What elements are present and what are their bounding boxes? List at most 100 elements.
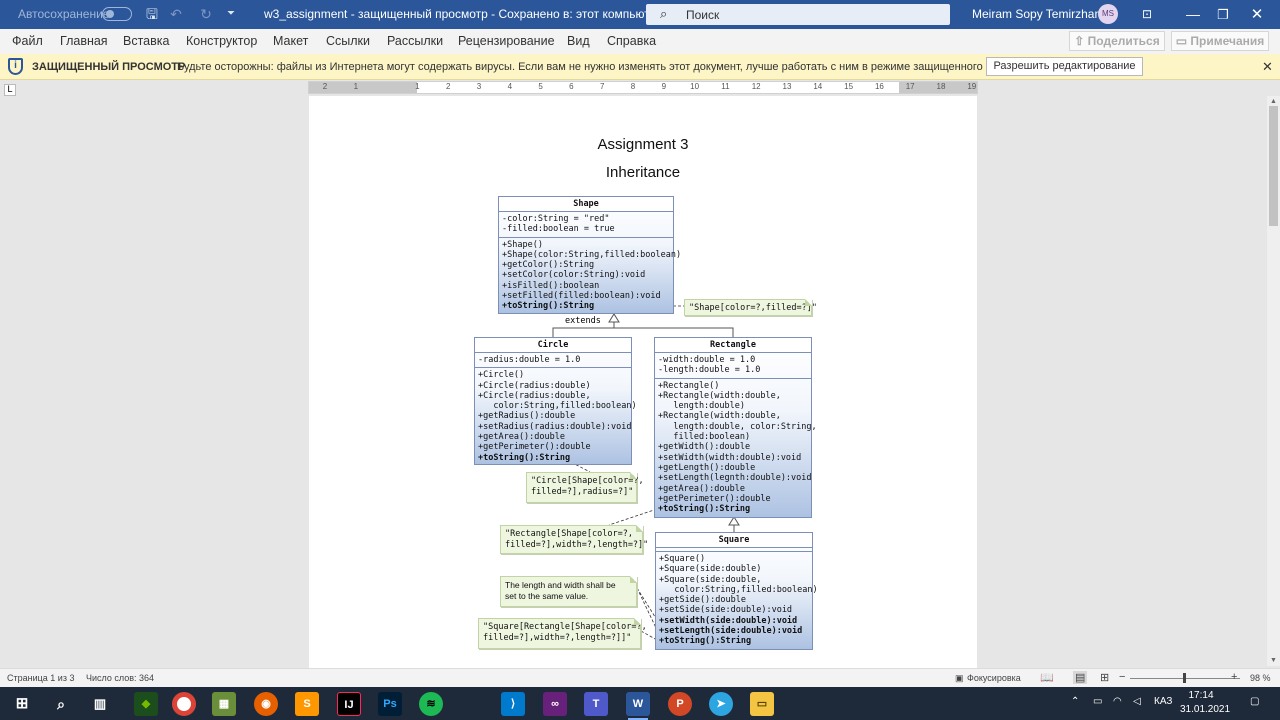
battery-icon[interactable]: ▭	[1093, 696, 1102, 707]
class-fields: -width:double = 1.0 -length:double = 1.0	[655, 353, 811, 379]
note-text: The length and width shall be	[505, 580, 616, 590]
notifications-icon[interactable]: ▢	[1250, 696, 1259, 707]
tab-layout[interactable]: Макет	[273, 34, 308, 48]
chrome-icon[interactable]	[172, 692, 196, 716]
method: +setFilled(filled:boolean):void	[502, 291, 661, 302]
vscode-icon[interactable]: ⟩	[501, 692, 525, 716]
document-title[interactable]: w3_assignment - защищенный просмотр - Со…	[264, 7, 672, 21]
telegram-icon[interactable]: ➤	[709, 692, 733, 716]
tab-view[interactable]: Вид	[567, 34, 590, 48]
method: +getLength():double	[658, 462, 756, 473]
protected-view-bar: i ЗАЩИЩЕННЫЙ ПРОСМОТР Будьте осторожны: …	[0, 54, 1280, 80]
volume-icon[interactable]: ◁	[1133, 696, 1141, 707]
ribbon-display-icon[interactable]: ⊡	[1124, 0, 1170, 29]
class-fields: -color:String = "red" -filled:boolean = …	[499, 212, 673, 238]
uml-class-shape: Shape -color:String = "red" -filled:bool…	[498, 196, 681, 314]
vertical-scrollbar[interactable]: ▲ ▼	[1267, 96, 1280, 666]
method: +toString():String	[478, 452, 571, 463]
class-name: Shape	[499, 197, 673, 212]
search-icon[interactable]: ⌕	[49, 692, 73, 716]
visual-studio-icon[interactable]: ∞	[543, 692, 567, 716]
class-name: Square	[656, 533, 812, 548]
word-icon[interactable]: W	[626, 692, 650, 720]
ruler-number: 2	[445, 82, 451, 91]
document-title-heading: Assignment 3	[597, 136, 689, 153]
tab-insert[interactable]: Вставка	[123, 34, 169, 48]
customize-toolbar-icon[interactable]: ⏷	[222, 5, 240, 23]
share-button[interactable]: ⇧ Поделиться	[1069, 31, 1165, 51]
intellij-icon[interactable]: IJ	[337, 692, 361, 716]
field: -length:double = 1.0	[658, 365, 761, 376]
file-explorer-icon[interactable]: ▭	[750, 692, 774, 716]
sublime-icon[interactable]: S	[295, 692, 319, 716]
page-count[interactable]: Страница 1 из 3	[7, 673, 74, 683]
search-box[interactable]: ⌕ Поиск	[646, 4, 950, 25]
method: +Square(side:double)	[659, 564, 762, 575]
tab-review[interactable]: Рецензирование	[458, 34, 555, 48]
method: +Square(side:double,	[659, 574, 762, 585]
windows-start-icon[interactable]: ⊞	[10, 692, 34, 716]
autosave-toggle[interactable]	[102, 7, 132, 21]
firefox-icon[interactable]: ◉	[254, 692, 278, 716]
tab-help[interactable]: Справка	[607, 34, 656, 48]
focus-mode-button[interactable]: Фокусировка	[967, 673, 1021, 683]
nvidia-icon[interactable]: ◆	[134, 692, 158, 716]
read-mode-icon[interactable]: 📖	[1040, 671, 1054, 684]
method: +Circle()	[478, 370, 525, 381]
scrollbar-thumb[interactable]	[1269, 106, 1278, 226]
comments-button[interactable]: ▭ Примечания	[1171, 31, 1269, 51]
class-methods: +Shape() +Shape(color:String,filled:bool…	[499, 238, 681, 314]
tab-references[interactable]: Ссылки	[326, 34, 370, 48]
enable-editing-button[interactable]: Разрешить редактирование	[986, 57, 1143, 76]
share-label: Поделиться	[1087, 34, 1160, 48]
uml-connectors	[552, 304, 740, 642]
wifi-icon[interactable]: ◠	[1113, 696, 1122, 707]
redo-icon[interactable]: ↻	[197, 5, 215, 23]
teams-icon[interactable]: T	[584, 692, 608, 716]
zoom-slider-thumb[interactable]	[1182, 673, 1186, 683]
word-count[interactable]: Число слов: 364	[86, 673, 154, 683]
focus-icon[interactable]: ▣	[955, 673, 964, 684]
shield-icon: i	[8, 58, 23, 75]
powerpoint-icon[interactable]: P	[668, 692, 692, 716]
ruler-number: 18	[936, 82, 946, 91]
zoom-level[interactable]: 98 %	[1250, 673, 1271, 683]
web-layout-icon[interactable]: ⊞	[1100, 671, 1109, 684]
uml-class-rectangle: Rectangle -width:double = 1.0 -length:do…	[654, 337, 817, 518]
avatar[interactable]: MS	[1098, 4, 1118, 24]
close-icon[interactable]: ✕	[1234, 0, 1280, 29]
print-layout-icon[interactable]: ▤	[1073, 671, 1088, 684]
note-text: "Rectangle[Shape[color=?,	[505, 529, 633, 539]
search-placeholder: Поиск	[686, 8, 720, 22]
language-indicator[interactable]: КАЗ	[1154, 696, 1172, 707]
horizontal-ruler[interactable]: 2 1 1 2 3 4 5 6 7 8 9 10 11 12 13 14 15 16 17 18 19	[308, 81, 978, 94]
scroll-up-icon[interactable]: ▲	[1267, 98, 1280, 105]
tab-selector[interactable]: L	[4, 84, 16, 96]
user-name[interactable]: Meiram Sopy Temirzhanov	[972, 7, 1114, 21]
spotify-icon[interactable]: ≋	[419, 692, 443, 716]
tab-design[interactable]: Конструктор	[186, 34, 257, 48]
tab-file[interactable]: Файл	[12, 34, 43, 48]
save-icon[interactable]: 🖫	[143, 5, 161, 23]
undo-icon[interactable]: ↶	[167, 5, 185, 23]
photoshop-icon[interactable]: Ps	[378, 692, 402, 716]
method: +getArea():double	[658, 483, 745, 494]
method: +Circle(radius:double,	[478, 390, 591, 401]
method: +toString():String	[659, 636, 752, 647]
uml-class-square: Square +Square() +Square(side:double) +S…	[655, 532, 818, 650]
tray-chevron-icon[interactable]: ⌃	[1071, 696, 1079, 707]
document-page[interactable]: Assignment 3 Inheritance extends Shape -…	[309, 96, 977, 670]
field: -filled:boolean = true	[502, 224, 615, 235]
tab-mailings[interactable]: Рассылки	[387, 34, 443, 48]
zoom-out-icon[interactable]: −	[1119, 671, 1125, 683]
zoom-in-icon[interactable]: +	[1231, 671, 1237, 683]
note-text: "Shape[color=?,filled=?]"	[689, 303, 817, 313]
clock[interactable]: 17:14 31.01.2021	[1180, 689, 1230, 717]
search-icon: ⌕	[660, 6, 668, 21]
tab-home[interactable]: Главная	[60, 34, 108, 48]
task-view-icon[interactable]: ▥	[88, 692, 112, 716]
close-icon[interactable]: ✕	[1262, 59, 1273, 75]
method: +setLength(legnth:double):void	[658, 473, 812, 484]
minecraft-icon[interactable]: ▦	[212, 692, 236, 716]
scroll-down-icon[interactable]: ▼	[1267, 657, 1280, 664]
